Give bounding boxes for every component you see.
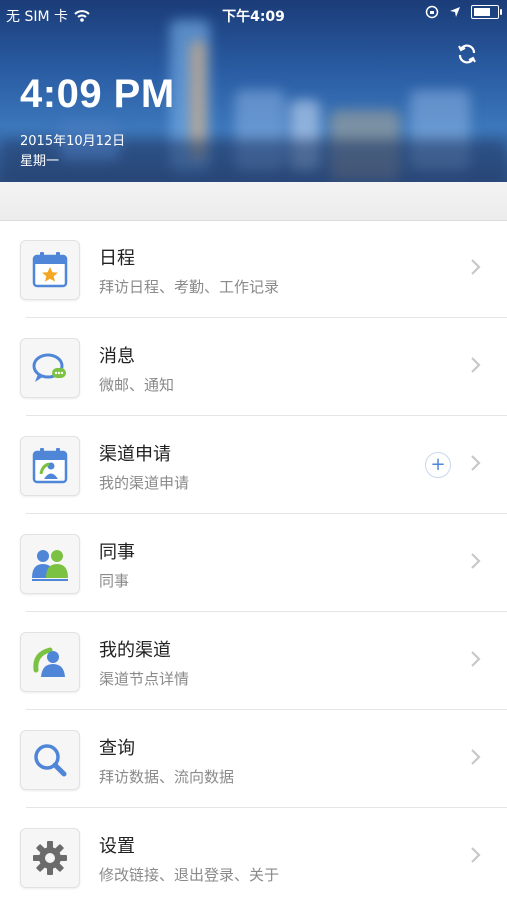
chevron-right-icon: [471, 357, 481, 373]
refresh-icon[interactable]: [455, 42, 479, 66]
chevron-right-icon: [471, 651, 481, 667]
gear-icon: [20, 828, 80, 888]
add-channel-button[interactable]: +: [425, 452, 451, 478]
menu-item-messages[interactable]: 消息 微邮、通知: [20, 318, 507, 416]
menu-subtitle: 同事: [99, 572, 130, 590]
calendar-star-icon: [20, 240, 80, 300]
menu-item-my-channels[interactable]: 我的渠道 渠道节点详情: [20, 612, 507, 710]
chevron-right-icon: [471, 847, 481, 863]
orientation-lock-icon: [425, 5, 439, 19]
calendar-person-icon: [20, 436, 80, 496]
status-bar: 无 SIM 卡 下午4:09: [0, 0, 507, 28]
menu-subtitle: 拜访日程、考勤、工作记录: [99, 278, 280, 296]
menu-title: 日程: [99, 248, 135, 269]
menu-subtitle: 微邮、通知: [99, 376, 175, 394]
chevron-right-icon: [471, 259, 481, 275]
battery-icon: [471, 5, 502, 19]
search-icon: [20, 730, 80, 790]
menu-subtitle: 渠道节点详情: [99, 670, 190, 688]
chevron-right-icon: [471, 455, 481, 471]
weekday-label: 星期一: [20, 154, 60, 169]
channel-person-icon: [20, 632, 80, 692]
menu-item-channel-apply[interactable]: 渠道申请 我的渠道申请 +: [20, 416, 507, 514]
menu-subtitle: 修改链接、退出登录、关于: [99, 866, 280, 884]
menu-item-colleagues[interactable]: 同事 同事: [20, 514, 507, 612]
chat-bubble-icon: [20, 338, 80, 398]
colleagues-icon: [20, 534, 80, 594]
menu-subtitle: 我的渠道申请: [99, 474, 190, 492]
menu-subtitle: 拜访数据、流向数据: [99, 768, 235, 786]
menu-list: 日程 拜访日程、考勤、工作记录 消息 微邮、通知 渠道申请 我的渠道申请 + 同…: [0, 220, 507, 905]
menu-title: 我的渠道: [99, 640, 171, 661]
menu-title: 渠道申请: [99, 444, 171, 465]
menu-item-settings[interactable]: 设置 修改链接、退出登录、关于: [20, 808, 507, 905]
menu-title: 同事: [99, 542, 135, 563]
location-icon: [450, 7, 460, 17]
menu-title: 消息: [99, 346, 135, 367]
chevron-right-icon: [471, 553, 481, 569]
chevron-right-icon: [471, 749, 481, 765]
header-divider-bar: [0, 182, 507, 221]
date-label: 2015年10月12日: [20, 134, 126, 149]
menu-item-schedule[interactable]: 日程 拜访日程、考勤、工作记录: [20, 220, 507, 318]
menu-item-query[interactable]: 查询 拜访数据、流向数据: [20, 710, 507, 808]
clock-time: 4:09 PM: [20, 72, 175, 116]
header-hero: 无 SIM 卡 下午4:09 4:09 PM 2015年10月12日 星期一: [0, 0, 507, 182]
menu-title: 设置: [99, 836, 135, 857]
menu-title: 查询: [99, 738, 135, 759]
